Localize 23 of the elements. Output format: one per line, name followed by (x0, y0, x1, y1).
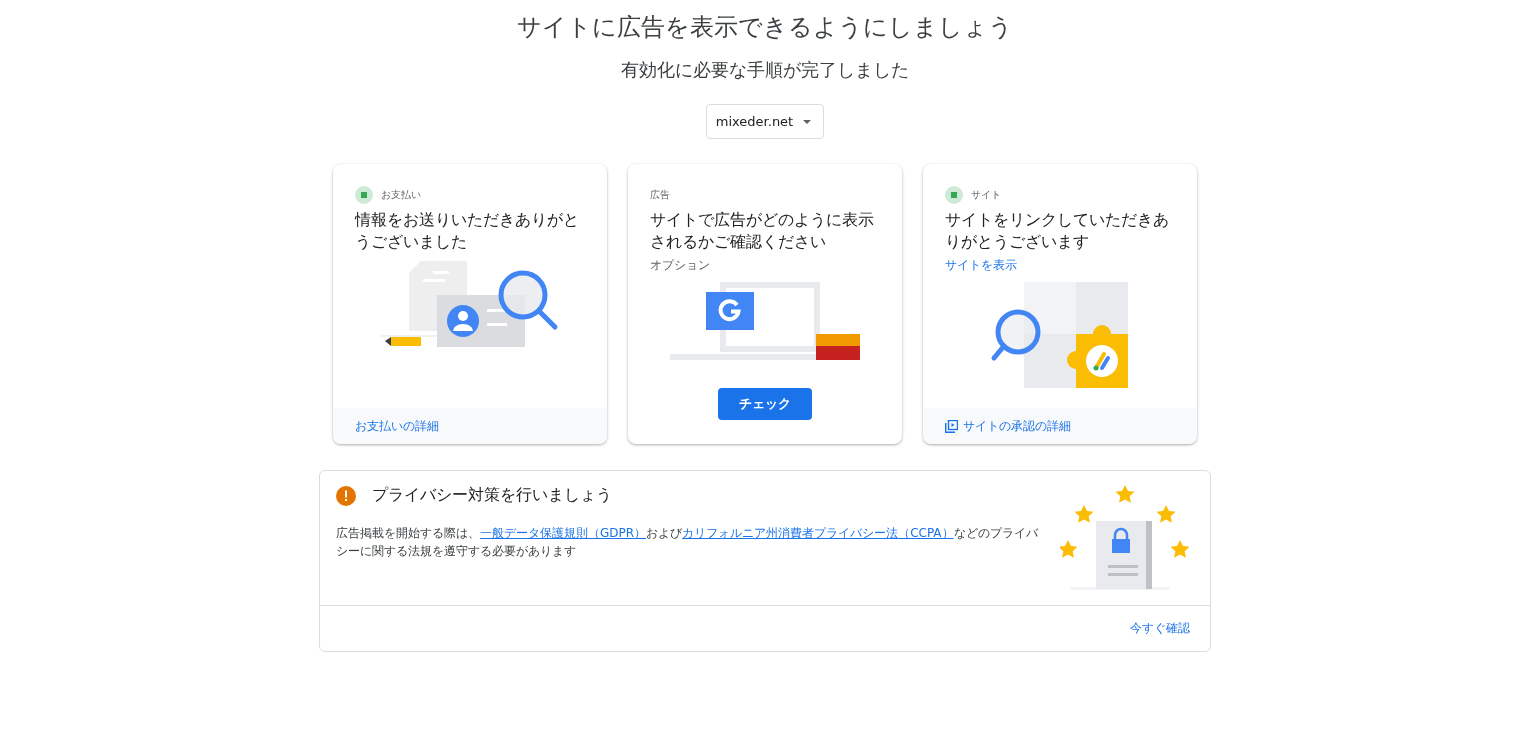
regulation-link[interactable]: カリフォルニア州消費者プライバシー法（CCPA） (682, 526, 954, 540)
page-title: サイトに広告を表示できるようにしましょう (517, 12, 1013, 43)
warning-icon (336, 485, 356, 506)
check-button[interactable]: チェック (718, 388, 812, 420)
card-title: 情報をお送りいただきありがとうございました (355, 209, 580, 253)
regulation-link[interactable]: 一般データ保護規則（GDPR） (480, 526, 647, 540)
card-label: お支払い (381, 188, 421, 202)
view-site-link[interactable]: サイトを表示 (945, 257, 1175, 274)
status-icon (945, 186, 963, 204)
card-label: 広告 (650, 188, 670, 202)
privacy-description: 広告掲載を開始する際は、一般データ保護規則（GDPR）およびカリフォルニア州消費者プライバシー法（CCPA）などのプライバシーに関する法規を遵守する必要があります (336, 525, 1039, 560)
open-window-icon (945, 419, 958, 433)
review-now-link[interactable]: 今すぐ確認 (1130, 620, 1190, 637)
site-dropdown[interactable]: mixeder.net (705, 104, 825, 139)
status-icon (355, 186, 373, 204)
page-subtitle: 有効化に必要な手順が完了しました (621, 58, 909, 82)
card-title: サイトをリンクしていただきありがとうございます (945, 209, 1170, 253)
card-title: サイトで広告がどのように表示されるかご確認ください (650, 209, 875, 253)
details-link[interactable]: お支払いの詳細 (355, 417, 439, 435)
option-label: オプション (650, 257, 711, 274)
caret-icon (803, 119, 812, 124)
card-label: サイト (971, 188, 1001, 202)
privacy-title: プライバシー対策を行いましょう (372, 485, 612, 506)
